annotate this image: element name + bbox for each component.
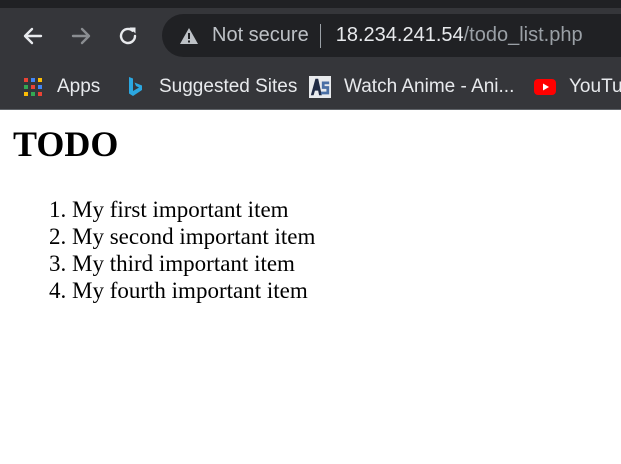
page-content: TODO My first important item My second i…: [0, 110, 621, 464]
reload-button[interactable]: [112, 20, 144, 52]
forward-button[interactable]: [65, 20, 97, 52]
bookmark-label: YouTub: [569, 76, 621, 97]
reload-icon: [119, 27, 137, 45]
bookmark-label: Watch Anime - Ani...: [344, 76, 515, 97]
todo-list: My first important item My second import…: [0, 196, 315, 304]
page-title: TODO: [13, 124, 119, 164]
browser-toolbar: Not secure 18.234.241.54/todo_list.php: [0, 8, 621, 65]
apps-grid-icon: [22, 76, 44, 98]
bing-icon: [124, 76, 146, 98]
arrow-right-icon: [71, 27, 91, 45]
warning-icon[interactable]: [178, 25, 200, 47]
bookmark-youtube[interactable]: YouTub: [534, 65, 621, 109]
bookmarks-bar: Apps Suggested Sites Watch Anime - Ani..…: [0, 65, 621, 110]
omnibox-divider: [319, 23, 321, 48]
bookmark-apps[interactable]: Apps: [22, 65, 100, 109]
tab-strip: [0, 0, 621, 8]
security-status[interactable]: Not secure: [212, 24, 309, 47]
bookmark-watch-anime[interactable]: Watch Anime - Ani...: [309, 65, 514, 109]
url-path: /todo_list.php: [463, 24, 583, 46]
list-item: My fourth important item: [72, 277, 315, 304]
browser-chrome: Not secure 18.234.241.54/todo_list.php A…: [0, 0, 621, 110]
arrow-left-icon: [23, 27, 43, 45]
address-bar[interactable]: Not secure 18.234.241.54/todo_list.php: [162, 14, 621, 57]
youtube-icon: [534, 76, 556, 98]
bookmark-label: Apps: [57, 76, 101, 97]
back-button[interactable]: [17, 20, 49, 52]
anime-site-icon: [309, 76, 331, 98]
list-item: My first important item: [72, 196, 315, 223]
list-item: My second important item: [72, 223, 315, 250]
bookmark-suggested-sites[interactable]: Suggested Sites: [124, 65, 297, 109]
list-item: My third important item: [72, 250, 315, 277]
url-text[interactable]: 18.234.241.54/todo_list.php: [336, 24, 583, 47]
bookmark-label: Suggested Sites: [159, 76, 298, 97]
url-host: 18.234.241.54: [335, 24, 464, 46]
